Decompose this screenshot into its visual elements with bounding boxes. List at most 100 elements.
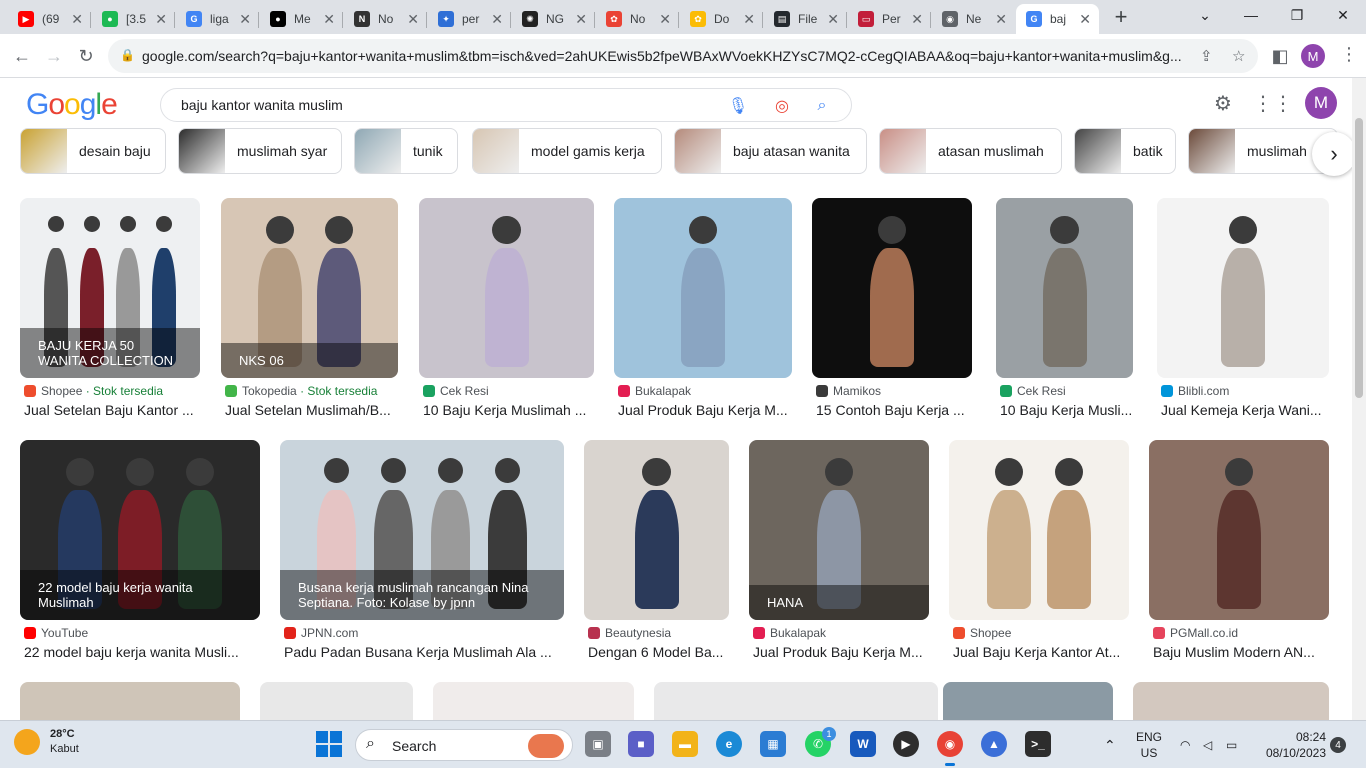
url-text[interactable]: google.com/search?q=baju+kantor+wanita+m… xyxy=(142,48,1192,64)
image-result[interactable]: Blibli.com Jual Kemeja Kerja Wani... xyxy=(1157,198,1329,424)
image-result[interactable]: Mamikos 15 Contoh Baju Kerja ... xyxy=(812,198,972,424)
result-thumbnail[interactable]: BAJU KERJA 50 WANITA COLLECTION xyxy=(20,198,200,378)
forward-button[interactable]: → xyxy=(42,44,66,68)
result-source[interactable]: Bukalapak xyxy=(618,384,691,398)
minimize-button[interactable]: — xyxy=(1228,0,1274,30)
tab-close-icon[interactable]: ✕ xyxy=(239,11,251,28)
result-source[interactable]: Tokopedia · Stok tersedia xyxy=(225,384,377,398)
tab-close-icon[interactable]: ✕ xyxy=(995,11,1007,28)
image-result[interactable]: Beautynesia Dengan 6 Model Ba... xyxy=(584,440,729,666)
edge-browser-icon[interactable]: e xyxy=(716,731,742,757)
result-thumbnail[interactable] xyxy=(996,198,1133,378)
tab-close-icon[interactable]: ✕ xyxy=(155,11,167,28)
tab-close-icon[interactable]: ✕ xyxy=(491,11,503,28)
tab-close-icon[interactable]: ✕ xyxy=(827,11,839,28)
result-thumbnail[interactable] xyxy=(949,440,1129,620)
result-thumbnail[interactable] xyxy=(654,682,938,720)
related-chip[interactable]: model gamis kerja xyxy=(472,128,662,174)
browser-tab[interactable]: ✦ per ✕ xyxy=(428,4,511,34)
browser-tab[interactable]: ✿ No ✕ xyxy=(596,4,679,34)
result-source[interactable]: Cek Resi xyxy=(423,384,489,398)
related-chip[interactable]: baju atasan wanita xyxy=(674,128,867,174)
browser-tab[interactable]: ▭ Per ✕ xyxy=(848,4,931,34)
browser-tab[interactable]: ◉ Ne ✕ xyxy=(932,4,1015,34)
result-source[interactable]: Mamikos xyxy=(816,384,881,398)
browser-tab[interactable]: N No ✕ xyxy=(344,4,427,34)
result-title[interactable]: Jual Setelan Baju Kantor ... xyxy=(24,402,200,418)
result-thumbnail[interactable] xyxy=(20,682,240,720)
wifi-icon[interactable]: ◠ xyxy=(1180,721,1190,769)
result-title[interactable]: Jual Kemeja Kerja Wani... xyxy=(1161,402,1329,418)
result-thumbnail[interactable] xyxy=(433,682,634,720)
result-thumbnail[interactable] xyxy=(943,682,1113,720)
result-thumbnail[interactable] xyxy=(614,198,792,378)
share-icon[interactable]: ⇪ xyxy=(1200,47,1213,65)
result-title[interactable]: 22 model baju kerja wanita Musli... xyxy=(24,644,260,660)
lens-search-icon[interactable]: ◎ xyxy=(771,95,793,117)
image-result[interactable]: BAJU KERJA 50 WANITA COLLECTION Shopee · … xyxy=(20,198,200,424)
result-thumbnail[interactable] xyxy=(419,198,594,378)
tab-close-icon[interactable]: ✕ xyxy=(911,11,923,28)
result-title[interactable]: Baju Muslim Modern AN... xyxy=(1153,644,1329,660)
result-thumbnail[interactable] xyxy=(1157,198,1329,378)
browser-tab[interactable]: ● Me ✕ xyxy=(260,4,343,34)
result-thumbnail[interactable] xyxy=(1133,682,1329,720)
browser-tab[interactable]: Gliga ✕ xyxy=(176,4,259,34)
battery-icon[interactable]: ▭ xyxy=(1226,721,1237,769)
tab-search-chevron-icon[interactable]: ⌄ xyxy=(1182,0,1228,30)
taskbar-search[interactable]: ⌕ Search xyxy=(355,729,573,761)
tab-close-icon[interactable]: ✕ xyxy=(659,11,671,28)
browser-tab[interactable]: Gbaj ✕ xyxy=(1016,4,1099,34)
browser-tab[interactable]: ✺ NG ✕ xyxy=(512,4,595,34)
image-result[interactable]: Busana kerja muslimah rancangan Nina Sep… xyxy=(280,440,564,666)
address-bar[interactable]: 🔒 google.com/search?q=baju+kantor+wanita… xyxy=(108,39,1258,73)
related-chip[interactable]: tunik xyxy=(354,128,458,174)
result-title[interactable]: Dengan 6 Model Ba... xyxy=(588,644,729,660)
result-title[interactable]: 15 Contoh Baju Kerja ... xyxy=(816,402,972,418)
image-result[interactable]: 22 model baju kerja wanita Muslimah YouTu… xyxy=(20,440,260,666)
show-hidden-icons-chevron[interactable]: ⌃ xyxy=(1104,721,1116,769)
result-thumbnail[interactable] xyxy=(1149,440,1329,620)
result-thumbnail[interactable]: Busana kerja muslimah rancangan Nina Sep… xyxy=(280,440,564,620)
scrollbar-thumb[interactable] xyxy=(1355,118,1363,398)
result-thumbnail[interactable] xyxy=(584,440,729,620)
terminal-icon[interactable]: >_ xyxy=(1025,731,1051,757)
browser-tab[interactable]: ● [3.5 ✕ xyxy=(92,4,175,34)
word-icon[interactable]: W xyxy=(850,731,876,757)
result-title[interactable]: Padu Padan Busana Kerja Muslimah Ala ... xyxy=(284,644,564,660)
file-explorer-icon[interactable]: ▬ xyxy=(672,731,698,757)
tab-close-icon[interactable]: ✕ xyxy=(1079,11,1091,28)
result-thumbnail[interactable]: NKS 06 xyxy=(221,198,398,378)
image-result[interactable]: Shopee Jual Baju Kerja Kantor At... xyxy=(949,440,1129,666)
apps-grid-icon[interactable]: ⋮⋮ xyxy=(1253,90,1293,116)
account-avatar[interactable]: M xyxy=(1305,87,1337,119)
task-view-icon[interactable]: ▣ xyxy=(585,731,611,757)
weather-widget[interactable]: 28°C Kabut xyxy=(14,727,79,757)
browser-tab[interactable]: ▶ (69 ✕ xyxy=(8,4,91,34)
result-source[interactable]: Bukalapak xyxy=(753,626,826,640)
volume-icon[interactable]: ◁ xyxy=(1203,721,1212,769)
chips-next-arrow-icon[interactable]: › xyxy=(1312,132,1352,176)
search-input[interactable]: baju kantor wanita muslim xyxy=(181,97,343,113)
result-thumbnail[interactable]: 22 model baju kerja wanita Muslimah xyxy=(20,440,260,620)
result-title[interactable]: 10 Baju Kerja Muslimah ... xyxy=(423,402,594,418)
restore-button[interactable]: ❐ xyxy=(1274,0,1320,30)
back-button[interactable]: ← xyxy=(10,44,34,68)
search-icon[interactable]: ⌕ xyxy=(811,95,833,117)
result-thumbnail[interactable] xyxy=(260,682,413,720)
new-tab-button[interactable]: + xyxy=(1108,4,1134,30)
browser-profile-avatar[interactable]: M xyxy=(1301,44,1325,68)
related-chip[interactable]: batik xyxy=(1074,128,1176,174)
image-result[interactable]: Cek Resi 10 Baju Kerja Muslimah ... xyxy=(419,198,594,424)
vpn-app-icon[interactable]: ▲ xyxy=(981,731,1007,757)
voice-search-icon[interactable]: 🎙 xyxy=(727,95,749,117)
result-thumbnail[interactable]: HANA xyxy=(749,440,929,620)
media-player-icon[interactable]: ▶ xyxy=(893,731,919,757)
tab-close-icon[interactable]: ✕ xyxy=(743,11,755,28)
result-source[interactable]: Cek Resi xyxy=(1000,384,1066,398)
browser-menu-icon[interactable]: ⋮ xyxy=(1340,44,1358,65)
result-source[interactable]: Shopee · Stok tersedia xyxy=(24,384,163,398)
browser-tab[interactable]: ▤ File ✕ xyxy=(764,4,847,34)
start-windows-icon[interactable] xyxy=(316,731,342,757)
close-window-button[interactable]: ✕ xyxy=(1320,0,1366,30)
